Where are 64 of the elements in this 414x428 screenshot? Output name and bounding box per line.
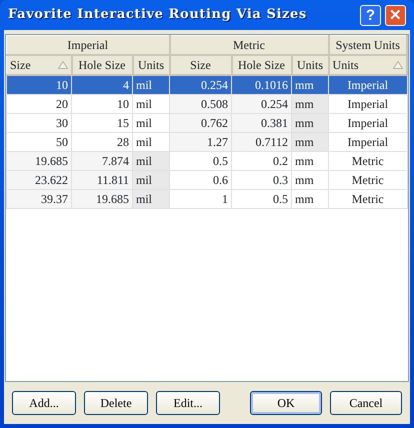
table-cell: 0.762 <box>170 114 232 132</box>
table-cell: Metric <box>328 170 407 190</box>
table-cell: Metric <box>328 152 407 170</box>
column-header[interactable]: Hole Size <box>72 55 132 75</box>
dialog-button[interactable]: Cancel <box>330 391 402 415</box>
table-cell: Metric <box>328 190 407 208</box>
table-cell: 20 <box>6 94 72 114</box>
table-cell: mil <box>132 152 170 170</box>
table-cell: Imperial <box>328 94 407 114</box>
table-cell: mil <box>132 75 170 94</box>
window-title: Favorite Interactive Routing Via Sizes <box>8 6 308 24</box>
sort-arrow-icon <box>58 61 68 69</box>
table-cell: 30 <box>6 114 72 132</box>
table-cell: mm <box>292 170 329 190</box>
column-header[interactable]: Units <box>328 55 407 75</box>
column-group-header: Metric <box>170 36 329 55</box>
help-button[interactable]: ? <box>360 4 381 26</box>
close-button[interactable]: ✕ <box>385 4 406 26</box>
dialog-button[interactable]: OK <box>250 391 322 415</box>
sort-arrow-icon <box>393 61 403 69</box>
table-cell: 0.1016 <box>232 75 292 94</box>
table-cell: 0.3 <box>232 170 292 190</box>
table-cell: 0.7112 <box>232 132 292 152</box>
table-cell: 15 <box>72 114 132 132</box>
table-cell: 10 <box>72 94 132 114</box>
table-cell: Imperial <box>328 132 407 152</box>
table-cell: mm <box>292 190 329 208</box>
column-header[interactable]: Units <box>132 55 170 75</box>
table-cell: 0.254 <box>232 94 292 114</box>
table-cell: mm <box>292 132 329 152</box>
column-header[interactable]: Size <box>170 55 232 75</box>
dialog-button[interactable]: Delete <box>84 391 148 415</box>
table-cell: 11.811 <box>72 170 132 190</box>
table-cell: mil <box>132 170 170 190</box>
column-header[interactable]: Size <box>6 55 72 75</box>
dialog-button[interactable]: Edit... <box>156 391 220 415</box>
table-cell: 7.874 <box>72 152 132 170</box>
table-cell: 0.381 <box>232 114 292 132</box>
table-cell: mm <box>292 152 329 170</box>
column-header[interactable]: Units <box>292 55 329 75</box>
table-cell: 19.685 <box>72 190 132 208</box>
table-cell: 0.2 <box>232 152 292 170</box>
table-cell: 0.5 <box>170 152 232 170</box>
table-cell: mm <box>292 114 329 132</box>
table-cell: mil <box>132 190 170 208</box>
table-cell: Imperial <box>328 75 407 94</box>
table-cell: 19.685 <box>6 152 72 170</box>
table-cell: 0.5 <box>232 190 292 208</box>
table-cell: 4 <box>72 75 132 94</box>
table-cell: 0.6 <box>170 170 232 190</box>
table-cell: mm <box>292 75 329 94</box>
table-cell: 39.37 <box>6 190 72 208</box>
table-cell: mm <box>292 94 329 114</box>
dialog-button[interactable]: Add... <box>12 391 76 415</box>
column-group-header: Imperial <box>6 36 170 55</box>
column-header[interactable]: Hole Size <box>232 55 292 75</box>
table-cell: 0.508 <box>170 94 232 114</box>
table-cell: 1.27 <box>170 132 232 152</box>
table-cell: 0.254 <box>170 75 232 94</box>
table-cell: 1 <box>170 190 232 208</box>
table-cell: Imperial <box>328 114 407 132</box>
table-cell: 10 <box>6 75 72 94</box>
column-group-header: System Units <box>328 36 407 55</box>
table-cell: 23.622 <box>6 170 72 190</box>
